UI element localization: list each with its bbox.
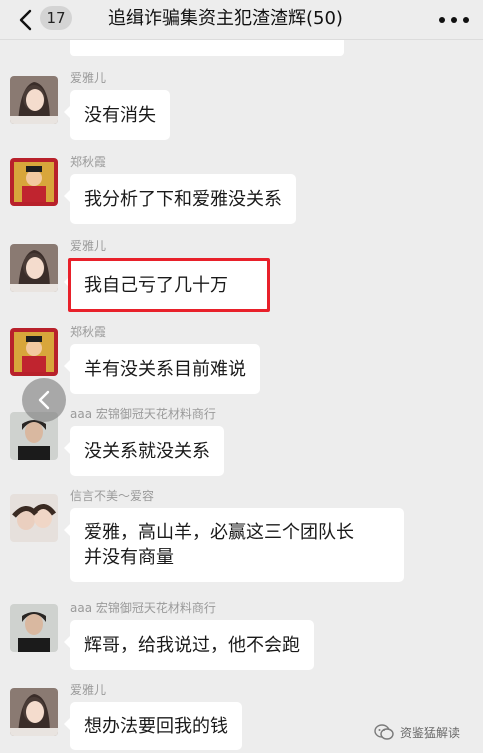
message-text: 没关系就没关系 <box>84 440 210 462</box>
sender-name: 信言不美～爱容 <box>70 489 155 503</box>
avatar[interactable] <box>10 688 58 736</box>
back-chevron-icon[interactable] <box>14 8 36 32</box>
chat-title: 追缉诈骗集资主犯渣渣辉(50) <box>108 8 343 29</box>
message-bubble[interactable]: 辉哥，给我说过，他不会跑 <box>64 620 314 670</box>
sender-name: 郑秋霞 <box>70 325 107 339</box>
chat-area[interactable]: 爱雅儿 没有消失 郑秋霞 我分析了下和爱雅没关系 爱雅儿 我自己亏了几十万 郑秋… <box>0 30 483 753</box>
message-bubble[interactable]: 羊有没关系目前难说 <box>64 344 260 394</box>
sender-name: 爱雅儿 <box>70 71 107 85</box>
avatar[interactable] <box>10 494 58 542</box>
watermark-text: 资鉴猛解读 <box>400 725 461 740</box>
red-highlight-box <box>68 258 270 312</box>
message-text: 想办法要回我的钱 <box>84 715 228 737</box>
avatar[interactable] <box>10 76 58 124</box>
message-text: 辉哥，给我说过，他不会跑 <box>84 634 300 656</box>
more-dots-icon[interactable] <box>439 10 469 30</box>
message-text: 羊有没关系目前难说 <box>84 358 246 380</box>
sender-name: 爱雅儿 <box>70 239 107 253</box>
message-text: 我分析了下和爱雅没关系 <box>84 188 282 210</box>
message-bubble[interactable]: 我分析了下和爱雅没关系 <box>64 174 296 224</box>
sender-name: 郑秋霞 <box>70 155 107 169</box>
message-bubble[interactable]: 爱雅，高山羊，必赢这三个团队长 并没有商量 <box>64 508 404 582</box>
avatar[interactable] <box>10 158 58 206</box>
sender-name: aaa 宏锦御冠天花材料商行 <box>70 601 216 615</box>
watermark: 资鉴猛解读 <box>374 722 460 742</box>
nav-left-icon[interactable] <box>22 378 66 422</box>
avatar[interactable] <box>10 604 58 652</box>
wechat-icon <box>374 724 394 740</box>
sender-name: 爱雅儿 <box>70 683 107 697</box>
chat-header: 17 追缉诈骗集资主犯渣渣辉(50) <box>0 0 483 40</box>
sender-name: aaa 宏锦御冠天花材料商行 <box>70 407 216 421</box>
message-text: 没有消失 <box>84 104 156 126</box>
message-text-line-1: 爱雅，高山羊，必赢这三个团队长 <box>84 522 354 543</box>
message-bubble[interactable]: 想办法要回我的钱 <box>64 702 242 750</box>
avatar[interactable] <box>10 244 58 292</box>
unread-badge[interactable]: 17 <box>40 6 72 30</box>
avatar[interactable] <box>10 328 58 376</box>
message-bubble[interactable]: 没有消失 <box>64 90 170 140</box>
message-bubble[interactable]: 没关系就没关系 <box>64 426 224 476</box>
message-text-line-2: 并没有商量 <box>84 547 174 568</box>
